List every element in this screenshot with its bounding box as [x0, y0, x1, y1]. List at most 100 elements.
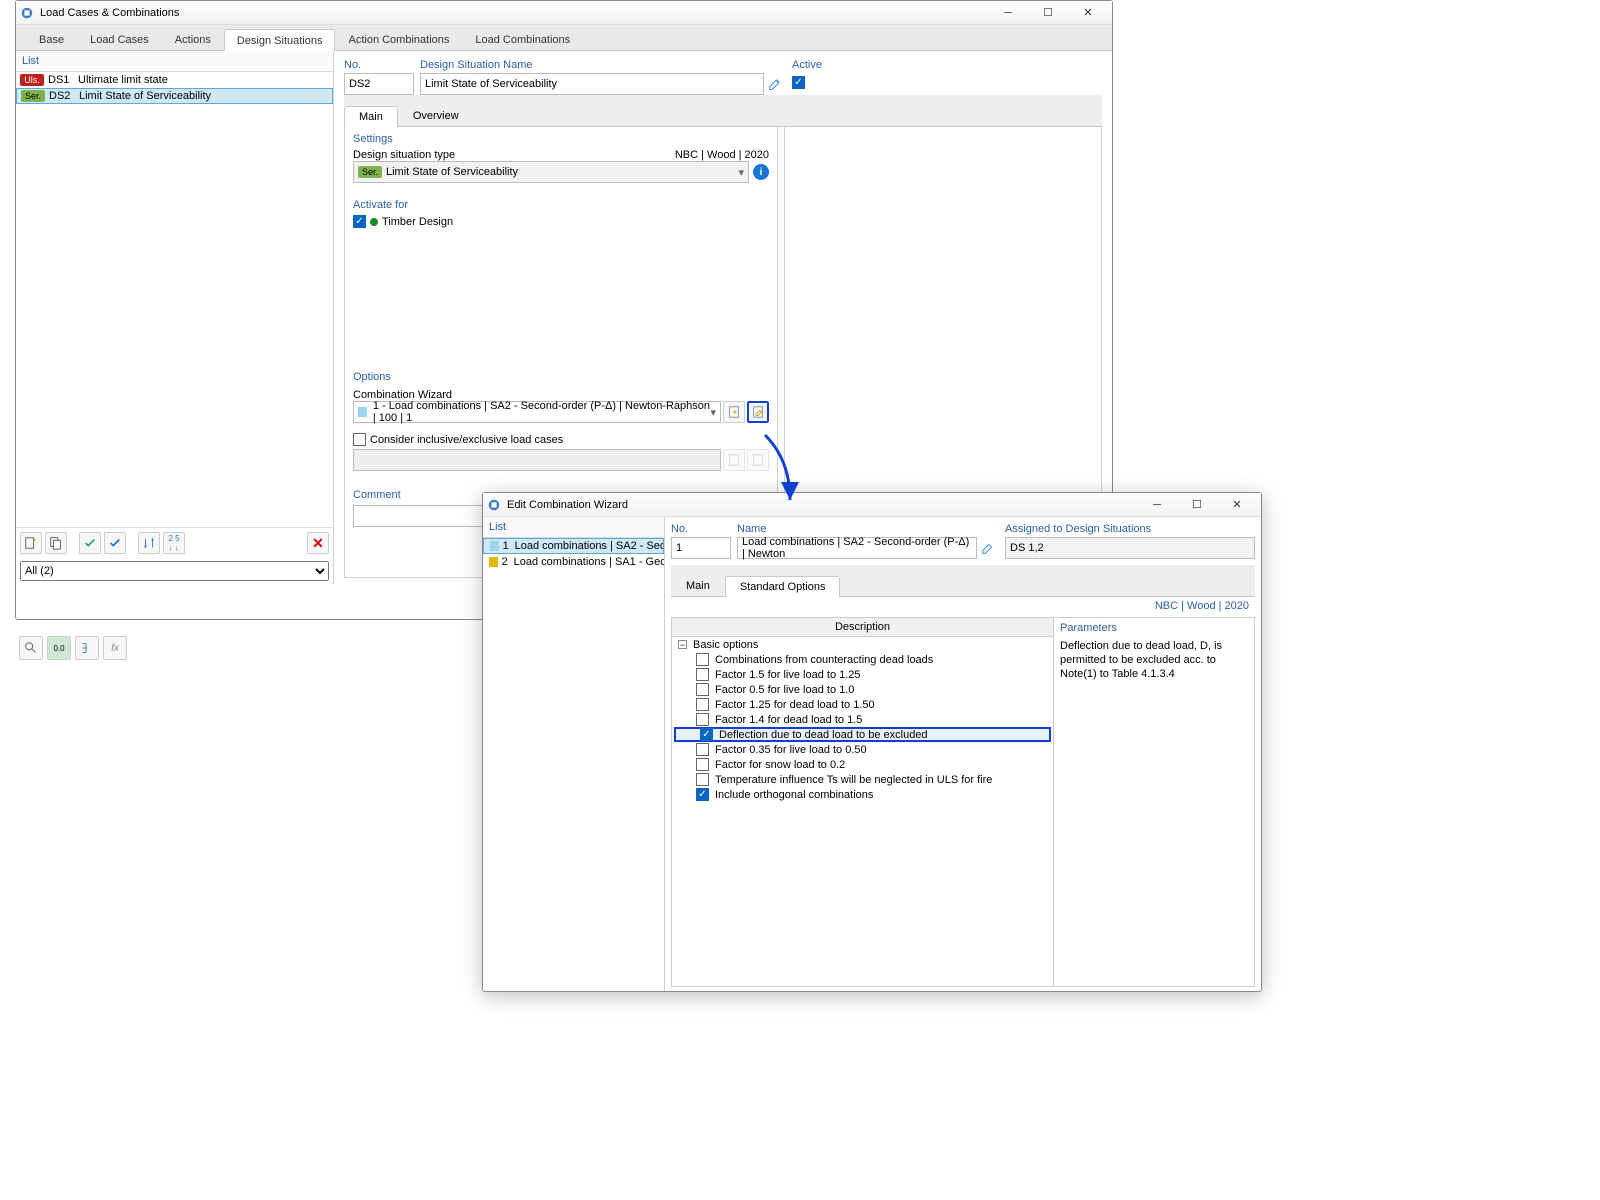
tab-design-situations[interactable]: Design Situations: [224, 29, 336, 51]
titlebar: Load Cases & Combinations ─ ☐ ✕: [16, 1, 1112, 25]
wiz-maximize-button[interactable]: ☐: [1177, 494, 1217, 516]
option-row[interactable]: Factor 1.5 for live load to 1.25: [672, 667, 1053, 682]
option-row[interactable]: Temperature influence Ts will be neglect…: [672, 772, 1053, 787]
maximize-button[interactable]: ☐: [1028, 2, 1068, 24]
options-label: Options: [353, 371, 769, 383]
option-row[interactable]: ✓Include orthogonal combinations: [672, 787, 1053, 802]
wizard-list-panel: List 1Load combinations | SA2 - Second-2…: [483, 517, 665, 991]
app-bottom-toolbar: 0.0 fx: [15, 632, 131, 664]
sort-button[interactable]: [138, 532, 160, 554]
wizard-options-panel: Description − Basic options Combinations…: [672, 618, 1054, 986]
ds-list-item[interactable]: Ser.DS2Limit State of Serviceability: [16, 88, 333, 104]
wizard-window: Edit Combination Wizard ─ ☐ ✕ List 1Load…: [482, 492, 1262, 992]
subtab-main[interactable]: Main: [344, 106, 398, 127]
ds-type-label: Design situation type: [353, 149, 455, 161]
wizard-edit-button[interactable]: [747, 401, 769, 423]
option-checkbox[interactable]: [696, 653, 709, 666]
params-text: Deflection due to dead load, D, is permi…: [1060, 640, 1248, 681]
wizard-dropdown[interactable]: 1 - Load combinations | SA2 - Second-ord…: [353, 401, 721, 423]
consider-checkbox[interactable]: [353, 433, 366, 446]
ds-type-dropdown[interactable]: Ser. Limit State of Serviceability ▾: [353, 161, 749, 183]
active-checkbox[interactable]: ✓: [792, 76, 805, 89]
copy-button[interactable]: [45, 532, 67, 554]
timber-checkbox[interactable]: ✓: [353, 215, 366, 228]
option-checkbox[interactable]: ✓: [696, 788, 709, 801]
wizard-list-item[interactable]: 1Load combinations | SA2 - Second-: [483, 538, 664, 554]
basic-options-node[interactable]: − Basic options: [672, 637, 1053, 652]
wizard-subtabs: MainStandard Options: [671, 575, 1255, 597]
tab-load-cases[interactable]: Load Cases: [77, 28, 162, 50]
option-row[interactable]: Factor 0.35 for live load to 0.50: [672, 742, 1053, 757]
ds-name-field[interactable]: Limit State of Serviceability: [420, 73, 764, 95]
check2-button[interactable]: [104, 532, 126, 554]
option-checkbox[interactable]: [696, 713, 709, 726]
wizard-new-button[interactable]: [723, 401, 745, 423]
inclusive-dropdown: [353, 449, 721, 471]
option-row[interactable]: Factor 1.4 for dead load to 1.5: [672, 712, 1053, 727]
description-header: Description: [672, 618, 1053, 637]
option-row[interactable]: Factor 1.25 for dead load to 1.50: [672, 697, 1053, 712]
design-situation-list: Uls.DS1Ultimate limit stateSer.DS2Limit …: [16, 72, 333, 104]
detail-subtabs: MainOverview: [344, 105, 1102, 127]
new-button[interactable]: [20, 532, 42, 554]
ds-list-item[interactable]: Uls.DS1Ultimate limit state: [16, 72, 333, 88]
option-row[interactable]: Factor 0.5 for live load to 1.0: [672, 682, 1053, 697]
tab-load-combinations[interactable]: Load Combinations: [462, 28, 583, 50]
renumber-button[interactable]: 2 5↓ ↓: [163, 532, 185, 554]
info-icon[interactable]: i: [753, 164, 769, 180]
no-field[interactable]: DS2: [344, 73, 414, 95]
wiz-assigned-field: DS 1,2: [1005, 537, 1255, 559]
no-label: No.: [344, 57, 414, 73]
tab-base[interactable]: Base: [26, 28, 77, 50]
active-label: Active: [792, 57, 1102, 73]
wiz-edit-name-button[interactable]: [977, 537, 999, 559]
wiz-subtab-standard-options[interactable]: Standard Options: [725, 576, 841, 597]
tab-action-combinations[interactable]: Action Combinations: [335, 28, 462, 50]
app-icon: [20, 6, 34, 20]
incl-new-button: [723, 449, 745, 471]
option-checkbox[interactable]: ✓: [700, 728, 713, 741]
wizard-main-panel: No. 1 Name Load combinations | SA2 - Sec…: [665, 517, 1261, 991]
wiz-name-label: Name: [737, 521, 999, 537]
edit-name-button[interactable]: [764, 73, 786, 95]
list-toolbar: 2 5↓ ↓ ✕: [16, 527, 333, 558]
delete-button[interactable]: ✕: [307, 532, 329, 554]
option-checkbox[interactable]: [696, 668, 709, 681]
option-row[interactable]: Factor for snow load to 0.2: [672, 757, 1053, 772]
option-row[interactable]: ✓Deflection due to dead load to be exclu…: [674, 727, 1051, 742]
option-checkbox[interactable]: [696, 758, 709, 771]
activate-timber-row: ✓ Timber Design: [353, 215, 769, 228]
fx-button[interactable]: fx: [103, 636, 127, 660]
wizard-list-header: List: [483, 517, 664, 538]
option-checkbox[interactable]: [696, 773, 709, 786]
tree-button[interactable]: [75, 636, 99, 660]
option-checkbox[interactable]: [696, 743, 709, 756]
annotation-arrow: [760, 430, 820, 513]
units-button[interactable]: 0.0: [47, 636, 71, 660]
list-header: List: [16, 51, 333, 72]
wiz-close-button[interactable]: ✕: [1217, 494, 1257, 516]
wiz-name-field[interactable]: Load combinations | SA2 - Second-order (…: [737, 537, 977, 559]
wiz-no-field[interactable]: 1: [671, 537, 731, 559]
wizard-list-item[interactable]: 2Load combinations | SA1 - Geometr: [483, 554, 664, 570]
activate-for-label: Activate for: [353, 199, 769, 211]
close-button[interactable]: ✕: [1068, 2, 1108, 24]
design-situation-list-panel: List Uls.DS1Ultimate limit stateSer.DS2L…: [16, 51, 334, 584]
main-tabs: BaseLoad CasesActionsDesign SituationsAc…: [16, 25, 1112, 51]
check-button[interactable]: [79, 532, 101, 554]
wizard-titlebar: Edit Combination Wizard ─ ☐ ✕: [483, 493, 1261, 517]
minimize-button[interactable]: ─: [988, 2, 1028, 24]
search-button[interactable]: [19, 636, 43, 660]
ds-name-label: Design Situation Name: [420, 57, 786, 73]
params-label: Parameters: [1060, 622, 1248, 634]
settings-label: Settings: [353, 133, 769, 145]
option-row[interactable]: Combinations from counteracting dead loa…: [672, 652, 1053, 667]
filter-dropdown[interactable]: All (2): [20, 561, 329, 581]
list-filter: All (2): [16, 558, 333, 584]
option-checkbox[interactable]: [696, 683, 709, 696]
wiz-subtab-main[interactable]: Main: [671, 575, 725, 596]
wiz-minimize-button[interactable]: ─: [1137, 494, 1177, 516]
tab-actions[interactable]: Actions: [162, 28, 224, 50]
option-checkbox[interactable]: [696, 698, 709, 711]
subtab-overview[interactable]: Overview: [398, 105, 474, 126]
